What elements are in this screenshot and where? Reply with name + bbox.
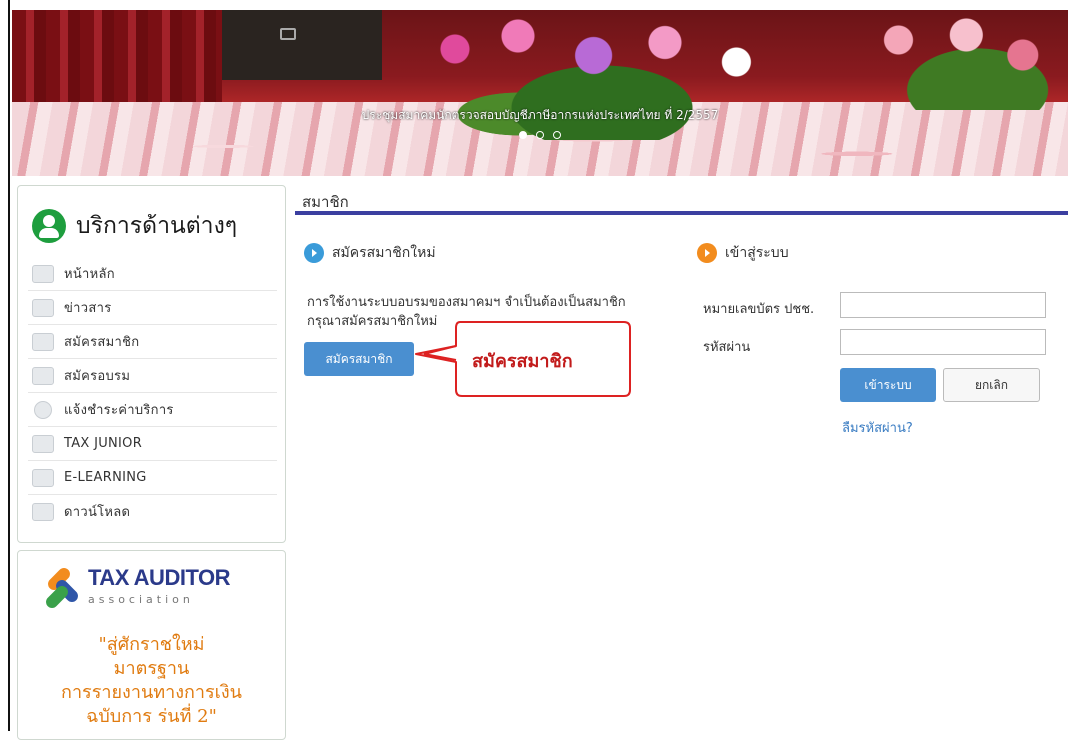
sidebar-item-label: สมัครสมาชิก	[64, 335, 140, 350]
register-heading: สมัครสมาชิกใหม่	[304, 242, 436, 264]
sidebar-item-label: ดาวน์โหลด	[64, 505, 131, 520]
sidebar-item-label: แจ้งชำระค่าบริการ	[64, 403, 174, 418]
promo-line: มาตรฐาน	[113, 658, 190, 679]
id-card-input[interactable]	[840, 292, 1046, 318]
register-heading-text: สมัครสมาชิกใหม่	[332, 245, 436, 261]
slide-dot-3[interactable]	[553, 131, 562, 139]
logo-mark-icon	[43, 565, 82, 611]
login-button[interactable]: เข้าระบบ	[840, 368, 936, 402]
services-menu: หน้าหลัก ข่าวสาร สมัครสมาชิก สมัครอบรม แ…	[28, 257, 277, 528]
services-title: บริการด้านต่างๆ	[76, 213, 238, 239]
banner-caption: ประชุมสมาคมนักตรวจสอบบัญชีภาษีอากรแห่งปร…	[361, 108, 719, 122]
sidebar-item-elearning[interactable]: E-LEARNING	[28, 461, 277, 495]
id-card-label: หมายเลขบัตร ปชช.	[703, 302, 815, 317]
sidebar-item-label: หน้าหลัก	[64, 267, 115, 282]
sidebar-item-tax-junior[interactable]: TAX JUNIOR	[28, 427, 277, 461]
home-icon	[32, 264, 54, 283]
news-icon	[32, 298, 54, 317]
slide-indicators	[12, 124, 1068, 143]
promo-panel[interactable]: TAX AUDITOR association "สู่ศักราชใหม่ ม…	[17, 550, 286, 740]
elearning-icon	[32, 468, 54, 487]
play-bullet-icon	[304, 243, 324, 263]
banner-slideshow[interactable]: ประชุมสมาคมนักตรวจสอบบัญชีภาษีอากรแห่งปร…	[12, 10, 1068, 176]
training-icon	[32, 366, 54, 385]
register-callout: สมัครสมาชิก	[410, 316, 635, 402]
banner-flowers-right-image	[842, 10, 1068, 110]
sidebar-item-members[interactable]: สมัครสมาชิก	[28, 325, 277, 359]
sidebar-item-label: สมัครอบรม	[64, 369, 131, 384]
promo-line: ฉบับการ ร่นที่ 2"	[86, 706, 217, 727]
sidebar-item-label: TAX JUNIOR	[64, 436, 143, 451]
sidebar-item-label: ข่าวสาร	[64, 301, 112, 316]
services-header: บริการด้านต่างๆ	[32, 208, 237, 244]
logo-subtitle: association	[88, 593, 194, 606]
download-icon	[32, 502, 54, 521]
logo-title: TAX AUDITOR	[88, 565, 230, 590]
sidebar-item-label: E-LEARNING	[64, 470, 147, 485]
login-heading: เข้าสู่ระบบ	[697, 242, 789, 264]
sidebar-item-news[interactable]: ข่าวสาร	[28, 291, 277, 325]
window-left-edge	[0, 0, 10, 731]
slide-dot-2[interactable]	[536, 131, 544, 139]
callout-text: สมัครสมาชิก	[472, 351, 573, 372]
sidebar-item-download[interactable]: ดาวน์โหลด	[28, 495, 277, 528]
slide-dot-1[interactable]	[518, 131, 527, 139]
tax-auditor-logo: TAX AUDITOR association	[43, 565, 230, 611]
promo-line: "สู่ศักราชใหม่	[98, 634, 205, 655]
junior-icon	[32, 434, 54, 453]
register-button[interactable]: สมัครสมาชิก	[304, 342, 414, 376]
promo-text: "สู่ศักราชใหม่ มาตรฐาน การรายงานทางการเง…	[18, 633, 285, 729]
members-icon	[32, 332, 54, 351]
user-icon	[32, 209, 66, 243]
services-panel: บริการด้านต่างๆ หน้าหลัก ข่าวสาร สมัครสม…	[17, 185, 286, 543]
sidebar-item-training[interactable]: สมัครอบรม	[28, 359, 277, 393]
play-bullet-icon	[697, 243, 717, 263]
cancel-button[interactable]: ยกเลิก	[943, 368, 1040, 402]
forgot-password-link[interactable]: ลืมรหัสผ่าน?	[842, 417, 913, 438]
sidebar-item-home[interactable]: หน้าหลัก	[28, 257, 277, 291]
title-underline	[295, 211, 1068, 215]
sidebar-item-payment[interactable]: แจ้งชำระค่าบริการ	[28, 393, 277, 427]
promo-line: การรายงานทางการเงิน	[61, 682, 242, 703]
payment-icon	[34, 400, 52, 419]
banner-podium-image	[222, 10, 382, 80]
password-label: รหัสผ่าน	[703, 340, 751, 355]
password-input[interactable]	[840, 329, 1046, 355]
login-heading-text: เข้าสู่ระบบ	[725, 245, 789, 261]
